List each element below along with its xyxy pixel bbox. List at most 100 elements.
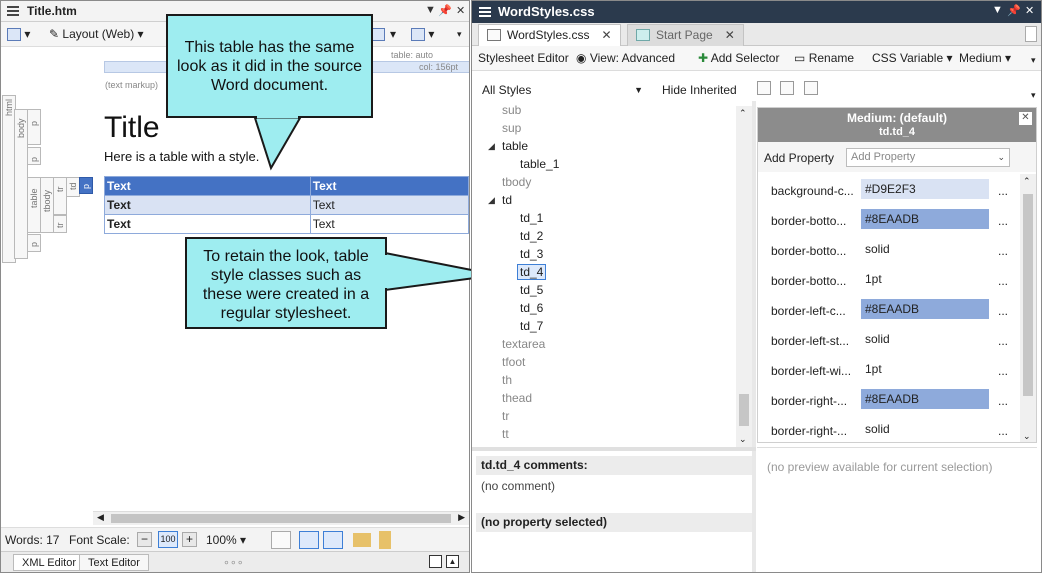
scroll-thumb[interactable] — [739, 394, 749, 426]
tree-item[interactable]: td_2 — [520, 229, 543, 243]
tree-item[interactable]: td_6 — [520, 301, 543, 315]
tree-item[interactable]: tfoot — [502, 355, 525, 369]
property-name[interactable]: border-left-wi... — [771, 364, 851, 378]
property-more-button[interactable]: ... — [998, 394, 1008, 408]
property-more-button[interactable]: ... — [998, 214, 1008, 228]
rename-button[interactable]: ▭ Rename — [794, 51, 854, 65]
close-icon[interactable]: ✕ — [1025, 4, 1034, 17]
medium-label: Medium: (default) — [847, 111, 947, 125]
property-name[interactable]: border-botto... — [771, 214, 846, 228]
property-name[interactable]: border-left-st... — [771, 334, 849, 348]
tab-wordstyles-css[interactable]: WordStyles.css ✕ — [478, 24, 621, 46]
property-row[interactable]: border-left-c... #8EAADB... — [758, 296, 1020, 326]
tree-item[interactable]: textarea — [502, 337, 545, 351]
property-row[interactable]: border-right-... #8EAADB... — [758, 386, 1020, 416]
comments-value[interactable]: (no comment) — [481, 479, 555, 493]
property-value[interactable]: #8EAADB — [861, 389, 989, 409]
property-row[interactable]: border-left-st... solid... — [758, 326, 1020, 356]
tree-item[interactable]: sub — [502, 103, 521, 117]
tree-item[interactable]: td_1 — [520, 211, 543, 225]
paste-icon[interactable] — [804, 81, 818, 95]
hide-inherited-button[interactable]: Hide Inherited — [662, 83, 737, 97]
property-more-button[interactable]: ... — [998, 274, 1008, 288]
property-row[interactable]: border-right-... solid... — [758, 416, 1020, 442]
toolbar-overflow-icon[interactable]: ▾ — [1031, 55, 1036, 66]
tree-item[interactable]: td_5 — [520, 283, 543, 297]
tree-item[interactable]: tr — [502, 409, 509, 423]
tree-item[interactable]: td_7 — [520, 319, 543, 333]
property-row[interactable]: border-botto... solid... — [758, 236, 1020, 266]
property-name[interactable]: border-botto... — [771, 244, 846, 258]
tree-item[interactable]: td — [502, 193, 512, 207]
scroll-up-icon[interactable]: ⌃ — [739, 108, 747, 119]
tab-start-page[interactable]: Start Page ✕ — [627, 24, 744, 46]
add-selector-button[interactable]: ✚ Add Selector — [698, 51, 779, 65]
property-scrollbar[interactable]: ⌃ ⌄ — [1020, 174, 1036, 442]
css-variable-dropdown[interactable]: CSS Variable ▾ — [872, 51, 953, 65]
property-value[interactable]: #8EAADB — [861, 209, 989, 229]
property-value[interactable]: 1pt — [861, 359, 989, 379]
property-name[interactable]: border-right-... — [771, 394, 847, 408]
property-value[interactable]: solid — [861, 239, 989, 259]
property-name[interactable]: background-c... — [771, 184, 854, 198]
sort-icon[interactable] — [757, 81, 771, 95]
close-icon[interactable]: ✕ — [1019, 112, 1032, 125]
app-root: Title.htm ▼ 📌 ✕ ▾ ✎ Layout (Web) ▾ ▾ ▾ ▾… — [0, 0, 1042, 573]
property-name[interactable]: border-right-... — [771, 424, 847, 438]
property-more-button[interactable]: ... — [998, 424, 1008, 438]
tree-item[interactable]: th — [502, 373, 512, 387]
pin-icon[interactable]: 📌 — [1007, 4, 1021, 17]
property-more-button[interactable]: ... — [998, 244, 1008, 258]
tree-item[interactable]: table_1 — [520, 157, 559, 171]
right-pane-titlebar: WordStyles.css ▼ 📌 ✕ — [472, 1, 1041, 23]
tree-item[interactable]: tt — [502, 427, 509, 441]
close-tab-icon[interactable]: ✕ — [601, 28, 611, 42]
property-value[interactable]: #D9E2F3 — [861, 179, 989, 199]
property-more-button[interactable]: ... — [998, 184, 1008, 198]
menu-icon[interactable] — [479, 7, 491, 17]
property-name[interactable]: border-left-c... — [771, 304, 846, 318]
add-property-input[interactable]: Add Property ⌄ — [846, 148, 1010, 167]
scroll-thumb[interactable] — [1023, 194, 1033, 396]
filter-overflow-icon[interactable]: ▾ — [1031, 90, 1036, 101]
tree-expand-arrow-icon[interactable]: ◢ — [488, 195, 495, 206]
tree-item[interactable]: sup — [502, 121, 521, 135]
stylesheet-editor-pane: WordStyles.css ▼ 📌 ✕ WordStyles.css ✕ Sta… — [471, 0, 1042, 573]
tree-item[interactable]: td_4 — [517, 264, 547, 280]
property-row[interactable]: background-c... #D9E2F3... — [758, 176, 1020, 206]
property-row[interactable]: border-left-wi... 1pt... — [758, 356, 1020, 386]
tab-list-icon[interactable] — [1025, 26, 1037, 42]
tree-item[interactable]: td_3 — [520, 247, 543, 261]
copy-icon[interactable] — [780, 81, 794, 95]
tree-expand-arrow-icon[interactable]: ◢ — [488, 141, 495, 152]
property-value[interactable]: solid — [861, 419, 989, 439]
selector-tree: sub sup ◢ table table_1tbody ◢ td td_1 td_2 td_3t… — [472, 101, 752, 447]
property-value[interactable]: solid — [861, 329, 989, 349]
property-value[interactable]: #8EAADB — [861, 299, 989, 319]
close-tab-icon[interactable]: ✕ — [725, 28, 735, 42]
property-value[interactable]: 1pt — [861, 269, 989, 289]
stylesheet-editor-button[interactable]: Stylesheet Editor — [478, 51, 569, 65]
property-panel-header: Medium: (default) td.td_4 ✕ — [758, 108, 1036, 142]
css-file-icon — [487, 29, 501, 41]
scroll-down-icon[interactable]: ⌄ — [1023, 431, 1031, 442]
scroll-down-icon[interactable]: ⌄ — [739, 434, 747, 445]
dropdown-arrow-icon[interactable]: ▼ — [992, 4, 1003, 16]
start-page-icon — [636, 29, 650, 41]
horizontal-splitter[interactable] — [472, 447, 756, 451]
property-row[interactable]: border-botto... #8EAADB... — [758, 206, 1020, 236]
tree-item[interactable]: table — [502, 139, 528, 153]
medium-dropdown[interactable]: Medium ▾ — [959, 51, 1011, 65]
scroll-up-icon[interactable]: ⌃ — [1023, 176, 1031, 187]
property-more-button[interactable]: ... — [998, 334, 1008, 348]
tree-item[interactable]: thead — [502, 391, 532, 405]
property-more-button[interactable]: ... — [998, 304, 1008, 318]
tree-item[interactable]: tbody — [502, 175, 531, 189]
property-row[interactable]: border-botto... 1pt... — [758, 266, 1020, 296]
property-name[interactable]: border-botto... — [771, 274, 846, 288]
styles-filter-select[interactable]: All Styles ▼ — [476, 79, 648, 99]
tree-scrollbar[interactable]: ⌃ ⌄ — [736, 106, 752, 447]
vertical-splitter[interactable] — [752, 101, 756, 572]
property-more-button[interactable]: ... — [998, 364, 1008, 378]
view-advanced-button[interactable]: ◉ View: Advanced — [576, 51, 675, 65]
